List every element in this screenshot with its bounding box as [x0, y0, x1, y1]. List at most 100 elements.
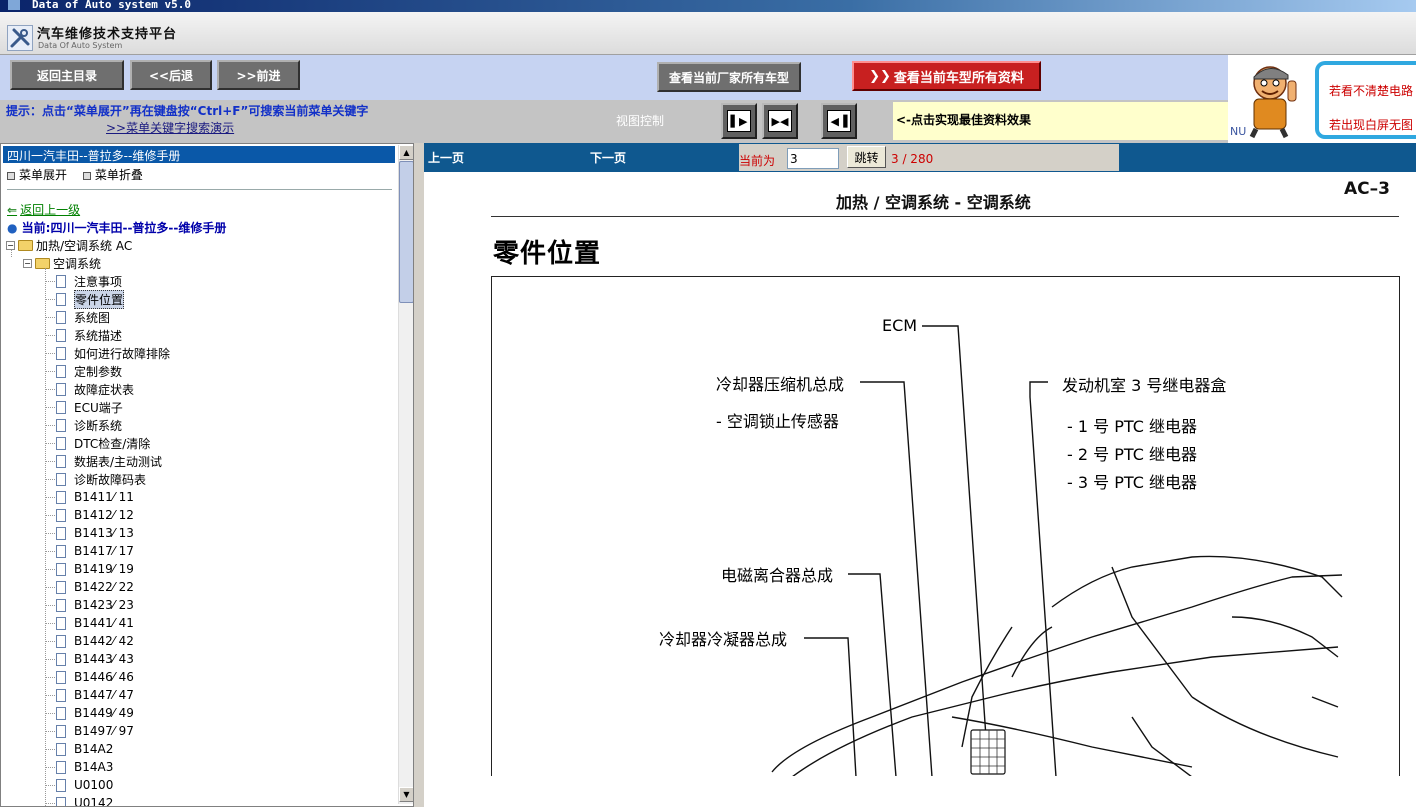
tree-item[interactable]: 数据表/主动测试	[45, 452, 162, 470]
tree-item-label: B1417⁄ 17	[74, 544, 134, 558]
tree-item[interactable]: DTC检查/清除	[45, 434, 150, 452]
document-viewer: 上一页 下一页 当前为 跳转 3 / 280 加热 / 空调系统 - 空调系统 …	[424, 143, 1416, 807]
tools-logo-icon	[7, 25, 33, 51]
tree-item[interactable]: 诊断系统	[45, 416, 122, 434]
tree-connector	[45, 676, 55, 678]
search-demo-link[interactable]: >>菜单关键字搜索演示	[106, 119, 234, 136]
document-icon	[56, 616, 66, 630]
tree-scrollbar[interactable]: ▲ ▼	[398, 145, 413, 804]
tree-item-label: B1442⁄ 42	[74, 634, 134, 648]
next-page-link[interactable]: 下一页	[590, 149, 626, 166]
collapse-node-icon[interactable]: −	[23, 258, 32, 268]
arrow-right-icon: ▌▶	[727, 110, 751, 132]
tree-item[interactable]: 故障症状表	[45, 380, 134, 398]
all-data-button[interactable]: ❯❯ 查看当前车型所有资料	[852, 61, 1041, 91]
document-icon	[56, 670, 66, 684]
tree-connector	[45, 280, 55, 282]
tree-connector	[45, 460, 55, 462]
tree-item-label: 系统描述	[74, 328, 123, 343]
tree-item[interactable]: 系统描述	[45, 326, 122, 344]
document-icon	[56, 796, 66, 806]
scroll-down-icon[interactable]: ▼	[399, 787, 413, 802]
tree-item[interactable]: B1419⁄ 19	[45, 560, 134, 578]
menu-tree-panel: 四川一汽丰田--普拉多--维修手册 菜单展开 菜单折叠 ⇐ 返回上一级 ● 当前:…	[0, 143, 414, 807]
view-left-button[interactable]: ◀▐	[821, 103, 857, 139]
tree-item[interactable]: B14A3	[45, 758, 113, 776]
tree-item[interactable]: 注意事项	[45, 272, 122, 290]
tree-item[interactable]: 定制参数	[45, 362, 122, 380]
tree-connector	[45, 442, 55, 444]
tree-item[interactable]: B1423⁄ 23	[45, 596, 134, 614]
tree-item[interactable]: U0142	[45, 794, 113, 806]
tree-item[interactable]: 如何进行故障排除	[45, 344, 170, 362]
tree-item[interactable]: B1449⁄ 49	[45, 704, 134, 722]
tree-item-label: B1497⁄ 97	[74, 724, 134, 738]
car-engine-drawing	[771, 325, 1343, 776]
tree-item[interactable]: 零件位置	[45, 289, 125, 309]
tree-item[interactable]: B1447⁄ 47	[45, 686, 134, 704]
jump-button[interactable]: 跳转	[847, 146, 886, 168]
expand-menu-button[interactable]: 菜单展开	[7, 168, 67, 182]
collapse-menu-button[interactable]: 菜单折叠	[82, 168, 143, 182]
collapse-node-icon[interactable]: −	[6, 240, 15, 250]
tree-connector	[45, 694, 55, 696]
home-button[interactable]: 返回主目录	[10, 60, 124, 90]
tree-item[interactable]: B1441⁄ 41	[45, 614, 134, 632]
tree-node-heating-ac[interactable]: − 加热/空调系统 AC	[6, 236, 132, 254]
document-icon	[56, 508, 66, 522]
tree-item[interactable]: B1497⁄ 97	[45, 722, 134, 740]
menu-toggle-row: 菜单展开 菜单折叠	[7, 166, 155, 183]
tree-item[interactable]: U0100	[45, 776, 113, 794]
tree-connector	[45, 568, 55, 570]
tree-item[interactable]: B1413⁄ 13	[45, 524, 134, 542]
tree-connector	[45, 730, 55, 732]
forward-button[interactable]: >>前进	[217, 60, 300, 90]
folder-open-icon	[18, 239, 33, 251]
view-split-button[interactable]: ▶◀	[762, 103, 798, 139]
tree-item[interactable]: B1412⁄ 12	[45, 506, 134, 524]
tree-item-label: B1413⁄ 13	[74, 526, 134, 540]
app-header: 汽车维修技术支持平台 Data Of Auto System	[0, 12, 1416, 55]
tree-item[interactable]: B1446⁄ 46	[45, 668, 134, 686]
tree-item[interactable]: ECU端子	[45, 398, 123, 416]
scroll-thumb[interactable]	[399, 161, 413, 303]
back-up-link[interactable]: ⇐ 返回上一级	[7, 201, 80, 218]
document-icon	[56, 544, 66, 558]
page-number-input[interactable]	[787, 148, 839, 169]
document-icon	[56, 778, 66, 792]
ad-line-1: 若看不清楚电路	[1329, 84, 1414, 98]
tree-item[interactable]: B1417⁄ 17	[45, 542, 134, 560]
tree-item-label: B1446⁄ 46	[74, 670, 134, 684]
tree-connector	[45, 550, 55, 552]
document-icon	[56, 580, 66, 594]
tree-item-label: B1447⁄ 47	[74, 688, 134, 702]
all-models-button[interactable]: 查看当前厂家所有车型	[657, 62, 801, 92]
tree-node-ac-system[interactable]: − 空调系统	[23, 254, 101, 272]
prev-page-link[interactable]: 上一页	[428, 149, 464, 166]
tree-item-label: 如何进行故障排除	[74, 346, 171, 361]
tree-item[interactable]: B1422⁄ 22	[45, 578, 134, 596]
tree-connector	[45, 496, 55, 498]
tree-connector	[45, 406, 55, 408]
search-hint: 提示：点击“菜单展开”再在键盘按“Ctrl+F”可搜索当前菜单关键字	[6, 104, 369, 118]
tree-item[interactable]: 系统图	[45, 308, 110, 326]
tree-item-label: B14A2	[74, 742, 114, 756]
best-effect-tip: <-点击实现最佳资料效果	[893, 102, 1228, 140]
help-ad-banner[interactable]: 若看不清楚电路 若出现白屏无图 NU	[1228, 55, 1416, 143]
tree-connector	[45, 766, 55, 768]
document-icon	[56, 526, 66, 540]
back-button[interactable]: <<后退	[130, 60, 212, 90]
tree-item[interactable]: 诊断故障码表	[45, 470, 146, 488]
tree-item[interactable]: B1442⁄ 42	[45, 632, 134, 650]
view-right-button[interactable]: ▌▶	[721, 103, 757, 139]
scroll-up-icon[interactable]: ▲	[399, 145, 413, 160]
tree-item[interactable]: B1443⁄ 43	[45, 650, 134, 668]
tree-header: 四川一汽丰田--普拉多--维修手册	[3, 146, 395, 163]
double-chevron-icon: ❯❯	[869, 68, 891, 84]
tree-item-label: 故障症状表	[74, 382, 135, 397]
tree-item[interactable]: B14A2	[45, 740, 113, 758]
ad-tag: NU	[1230, 125, 1247, 138]
tree-item[interactable]: B1411⁄ 11	[45, 488, 134, 506]
tree-connector	[45, 478, 55, 480]
section-title: 加热 / 空调系统 - 空调系统	[836, 193, 1031, 212]
